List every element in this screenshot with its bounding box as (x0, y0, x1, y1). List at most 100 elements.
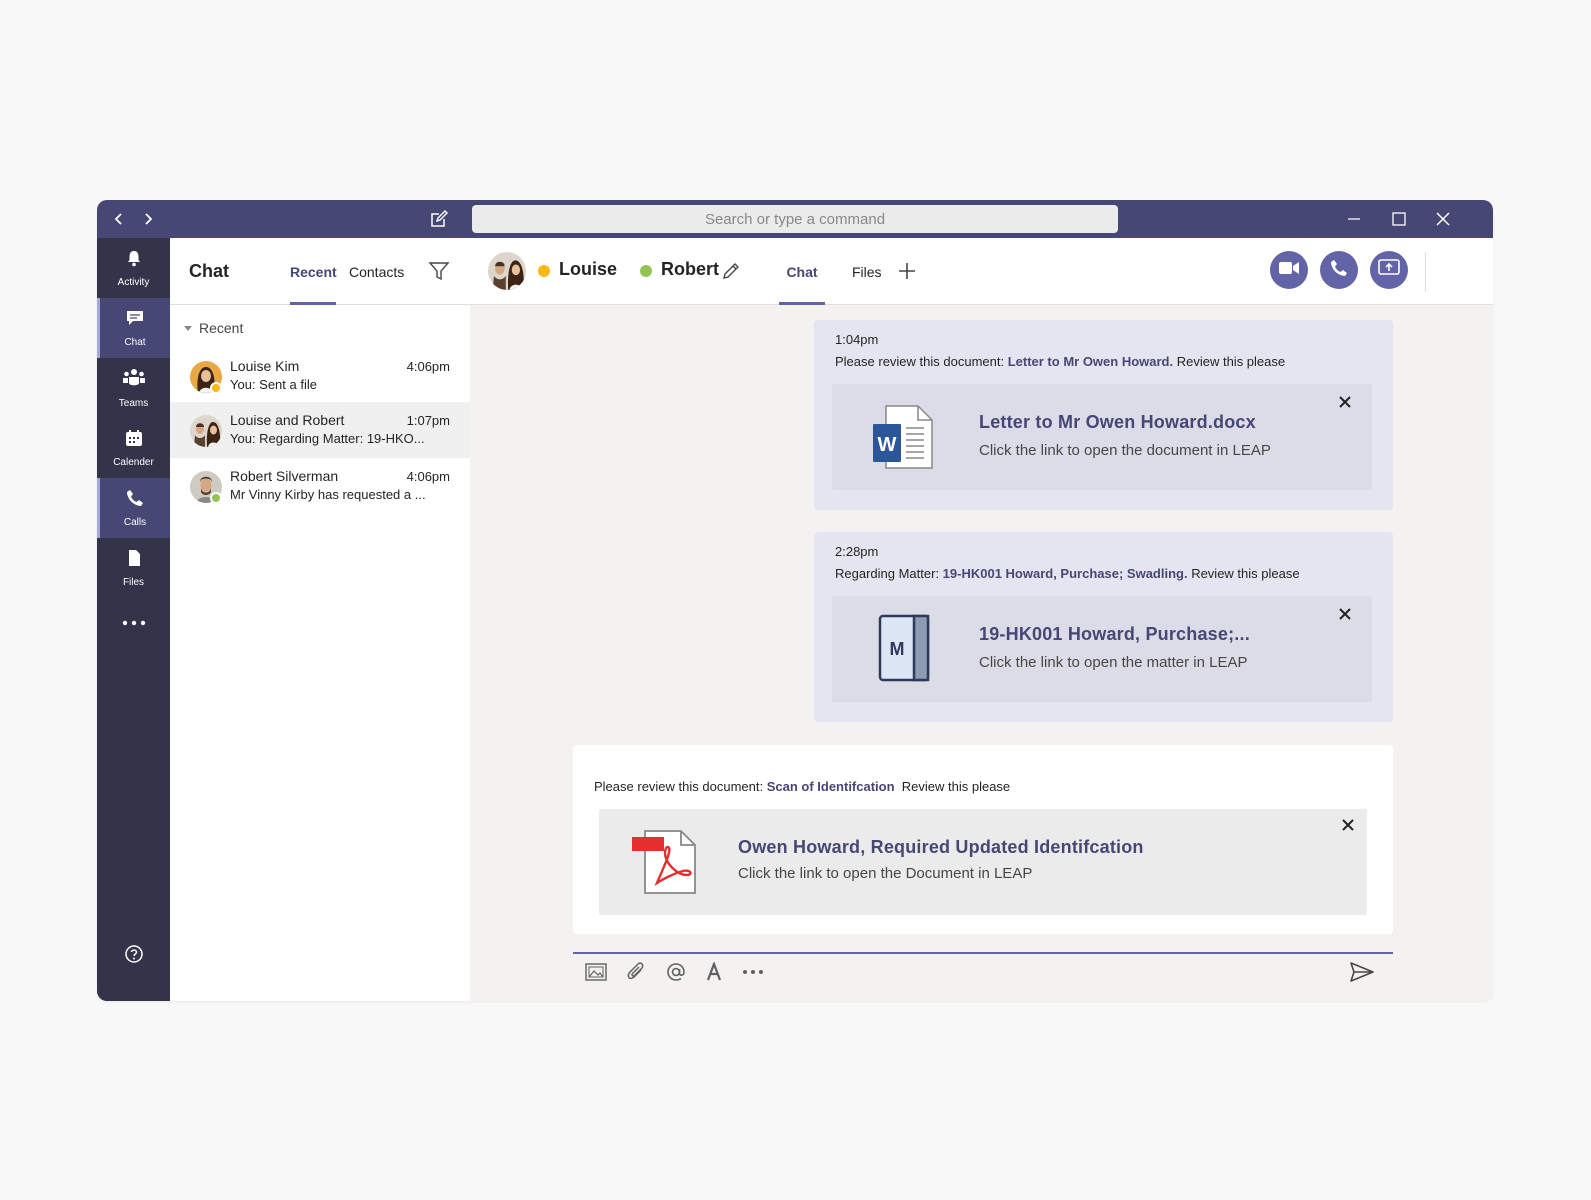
minimize-icon[interactable] (1342, 200, 1366, 238)
card-subtitle: Click the link to open the Document in L… (738, 865, 1033, 882)
conversation-item[interactable]: Louise Kim 4:06pm You: Sent a file (170, 348, 470, 404)
calendar-icon (125, 429, 143, 452)
group-avatar (190, 415, 222, 447)
audio-call-button[interactable] (1320, 251, 1358, 289)
back-arrow-icon[interactable] (109, 200, 129, 238)
group-avatar (488, 252, 526, 290)
presence-away-dot (210, 382, 222, 394)
tab-chat[interactable]: Chat (779, 264, 825, 305)
compose-draft-box[interactable]: Please review this document: Scan of Ide… (573, 745, 1393, 934)
message-text-prefix: Regarding Matter: (835, 566, 943, 581)
edit-pencil-icon[interactable] (720, 260, 742, 282)
phone-icon (126, 489, 144, 512)
compose-icon[interactable] (427, 200, 451, 238)
rail-item-teams[interactable]: Teams (97, 358, 170, 418)
rail-label: Calender (113, 456, 154, 468)
recent-section-header[interactable]: Recent (184, 320, 243, 336)
message-time: 2:28pm (835, 544, 879, 559)
video-call-button[interactable] (1270, 251, 1308, 289)
bell-icon (125, 249, 143, 272)
conversation-name: Robert Silverman (230, 468, 339, 484)
close-icon[interactable] (1335, 604, 1355, 624)
mention-icon[interactable] (661, 957, 691, 987)
video-camera-icon (1278, 260, 1300, 281)
message-text-suffix: Review this please (1187, 566, 1300, 581)
image-icon[interactable] (581, 957, 611, 987)
more-options-icon[interactable] (738, 957, 768, 987)
conversation-preview: Mr Vinny Kirby has requested a ... (230, 487, 426, 502)
format-text-icon[interactable] (699, 957, 729, 987)
teams-window: Search or type a command Activity Chat T… (97, 200, 1493, 1001)
document-link[interactable]: Scan of Identifcation (767, 779, 895, 794)
card-subtitle: Click the link to open the matter in LEA… (979, 654, 1248, 671)
close-icon[interactable] (1338, 815, 1358, 835)
card-title[interactable]: 19-HK001 Howard, Purchase;... (979, 624, 1250, 645)
chevron-down-icon (184, 325, 192, 331)
teams-icon (122, 368, 146, 393)
rail-item-calls[interactable]: Calls (97, 478, 170, 538)
share-screen-button[interactable] (1370, 251, 1408, 289)
message-text: Regarding Matter: 19-HK001 Howard, Purch… (835, 566, 1300, 581)
message-text-prefix: Please review this document: (835, 354, 1008, 369)
phone-icon (1330, 259, 1348, 282)
filter-icon[interactable] (428, 260, 450, 282)
title-bar: Search or type a command (97, 200, 1493, 238)
rail-item-calendar[interactable]: Calender (97, 418, 170, 478)
message-bubble: 1:04pm Please review this document: Lett… (814, 320, 1393, 510)
section-label: Recent (199, 320, 244, 336)
card-title[interactable]: Owen Howard, Required Updated Identifcat… (738, 837, 1144, 858)
conversation-name: Louise Kim (230, 358, 300, 374)
document-card[interactable]: Owen Howard, Required Updated Identifcat… (599, 809, 1367, 915)
card-subtitle: Click the link to open the document in L… (979, 442, 1271, 459)
more-icon[interactable] (97, 608, 170, 638)
chat-list-panel: Chat Recent Contacts Recent Louise Kim 4… (170, 238, 470, 1001)
close-window-icon[interactable] (1431, 200, 1455, 238)
chat-list-header: Chat Recent Contacts (170, 238, 470, 305)
header-divider (1425, 252, 1426, 292)
rail-label: Files (122, 576, 145, 588)
add-tab-icon[interactable] (896, 260, 918, 282)
matter-icon: M (878, 614, 934, 687)
rail-label: Chat (124, 336, 146, 348)
tab-contacts[interactable]: Contacts (349, 264, 404, 305)
conversation-preview: You: Sent a file (230, 377, 317, 392)
svg-text:W: W (878, 434, 897, 456)
attach-icon[interactable] (621, 957, 651, 987)
document-link[interactable]: Letter to Mr Owen Howard. (1008, 354, 1173, 369)
pdf-icon (631, 829, 697, 900)
rail-label: Calls (123, 516, 147, 528)
send-icon[interactable] (1345, 957, 1379, 987)
forward-arrow-icon[interactable] (138, 200, 158, 238)
presence-away-dot (538, 265, 550, 277)
help-icon[interactable] (97, 938, 170, 970)
rail-label: Activity (117, 276, 150, 288)
participant-name[interactable]: Louise (559, 259, 617, 280)
message-text-suffix: Review this please (1173, 354, 1286, 369)
rail-item-chat[interactable]: Chat (97, 298, 170, 358)
draft-text-suffix: Review this please (894, 779, 1011, 794)
search-input[interactable]: Search or type a command (472, 205, 1118, 233)
matter-card[interactable]: M 19-HK001 Howard, Purchase;... Click th… (832, 596, 1372, 702)
share-screen-icon (1378, 258, 1400, 282)
maximize-icon[interactable] (1387, 200, 1411, 238)
conversation-time: 4:06pm (406, 469, 450, 484)
conversation-header: Louise Robert Chat Files (470, 238, 1493, 305)
tab-recent[interactable]: Recent (290, 264, 337, 305)
card-title[interactable]: Letter to Mr Owen Howard.docx (979, 412, 1256, 433)
conversation-item[interactable]: Louise and Robert 1:07pm You: Regarding … (170, 402, 470, 458)
matter-link[interactable]: 19-HK001 Howard, Purchase; Swadling. (943, 566, 1188, 581)
participant-name[interactable]: Robert (661, 259, 719, 280)
close-icon[interactable] (1335, 392, 1355, 412)
word-document-icon: W (872, 404, 938, 475)
conversation-item[interactable]: Robert Silverman 4:06pm Mr Vinny Kirby h… (170, 458, 470, 514)
draft-text[interactable]: Please review this document: Scan of Ide… (594, 779, 1010, 794)
document-card[interactable]: W Letter to Mr Owen Howard.docx Click th… (832, 384, 1372, 490)
tab-files[interactable]: Files (852, 264, 882, 305)
compose-focus-line (573, 952, 1393, 954)
rail-item-files[interactable]: Files (97, 538, 170, 598)
message-time: 1:04pm (835, 332, 879, 347)
rail-item-activity[interactable]: Activity (97, 238, 170, 298)
conversation-name: Louise and Robert (230, 412, 345, 428)
presence-available-dot (640, 265, 652, 277)
matter-icon-letter: M (890, 639, 905, 659)
